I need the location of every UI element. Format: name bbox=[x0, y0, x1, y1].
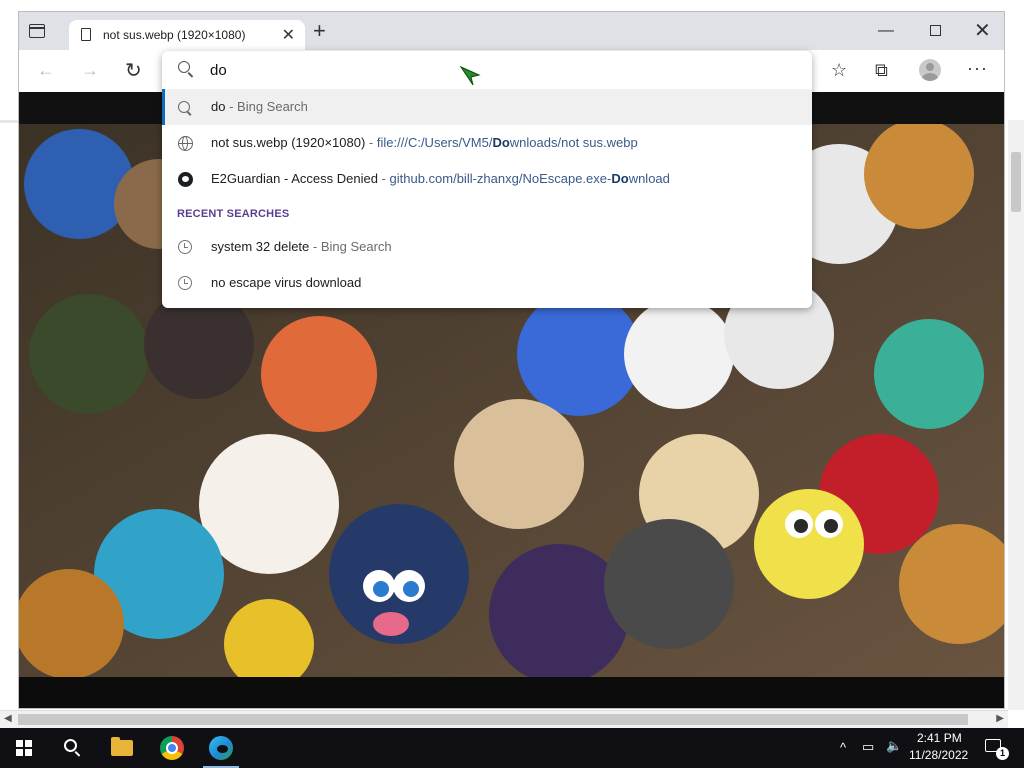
edge-icon bbox=[209, 736, 233, 760]
scroll-right-icon[interactable]: ▶ bbox=[996, 713, 1004, 724]
favorites-icon[interactable]: ☆ bbox=[831, 60, 847, 81]
refresh-button[interactable]: ↻ bbox=[125, 58, 142, 83]
windows-start-button[interactable] bbox=[16, 740, 32, 756]
vertical-scrollbar[interactable] bbox=[1008, 120, 1024, 710]
new-tab-button[interactable]: + bbox=[313, 20, 326, 42]
forward-button[interactable]: → bbox=[81, 60, 99, 81]
tab-title: not sus.webp (1920×1080) bbox=[103, 28, 246, 42]
maximize-button[interactable] bbox=[930, 25, 941, 36]
clock-date[interactable]: 11/28/2022 bbox=[909, 748, 968, 762]
suggestion-item[interactable]: do - Bing Search bbox=[162, 89, 812, 125]
suggestion-text: not sus.webp (1920×1080) bbox=[211, 135, 366, 150]
suggestion-url: github.com/bill-zhanxg/NoEscape.exe-Down… bbox=[389, 171, 670, 186]
file-explorer-button[interactable] bbox=[98, 728, 146, 768]
title-bar: not sus.webp (1920×1080) ✕ + — ✕ bbox=[19, 12, 1004, 50]
horizontal-scroll-thumb[interactable] bbox=[18, 714, 968, 725]
suggestion-item[interactable]: E2Guardian - Access Denied - github.com/… bbox=[162, 161, 812, 197]
address-bar[interactable] bbox=[162, 51, 812, 89]
tab-close-icon[interactable]: ✕ bbox=[282, 25, 295, 45]
suggestion-separator: - bbox=[225, 99, 238, 114]
cursor-icon bbox=[459, 65, 481, 86]
search-icon bbox=[178, 101, 190, 113]
more-options-icon[interactable]: ··· bbox=[967, 58, 988, 79]
search-icon bbox=[178, 61, 190, 73]
suggestion-separator: - bbox=[377, 171, 390, 186]
vertical-scroll-thumb[interactable] bbox=[1011, 152, 1021, 212]
folder-icon bbox=[111, 737, 133, 756]
suggestion-source: Bing Search bbox=[320, 239, 392, 254]
suggestion-url: file:///C:/Users/VM5/Downloads/not sus.w… bbox=[376, 135, 638, 150]
network-icon[interactable]: ▭ bbox=[862, 739, 874, 755]
notification-badge: 1 bbox=[996, 747, 1009, 760]
suggestion-text: system 32 delete bbox=[211, 239, 310, 254]
minimize-button[interactable]: — bbox=[878, 22, 894, 40]
github-icon bbox=[178, 172, 193, 187]
globe-icon bbox=[178, 136, 193, 151]
history-icon bbox=[178, 276, 192, 290]
suggestion-text: no escape virus download bbox=[211, 275, 362, 290]
tab-active[interactable]: not sus.webp (1920×1080) ✕ bbox=[69, 20, 305, 50]
taskbar-search-icon[interactable] bbox=[64, 739, 77, 752]
suggestion-text: E2Guardian - Access Denied bbox=[211, 171, 378, 186]
back-button[interactable]: ← bbox=[37, 60, 55, 81]
address-input[interactable] bbox=[210, 59, 770, 81]
show-hidden-icons-button[interactable]: ^ bbox=[840, 740, 846, 755]
tab-actions-icon[interactable] bbox=[29, 24, 45, 38]
document-icon bbox=[81, 28, 91, 41]
clock-time[interactable]: 2:41 PM bbox=[917, 731, 962, 745]
chrome-button[interactable] bbox=[148, 728, 196, 768]
suggestion-separator: - bbox=[309, 239, 321, 254]
close-window-button[interactable]: ✕ bbox=[974, 18, 991, 43]
image-viewer-bottom-band bbox=[19, 677, 1004, 708]
taskbar: ^ ▭ 🔈 2:41 PM 11/28/2022 1 bbox=[0, 728, 1024, 768]
address-bar-dropdown: do - Bing Search not sus.webp (1920×1080… bbox=[162, 51, 812, 308]
scroll-left-icon[interactable]: ◀ bbox=[4, 713, 12, 724]
profile-avatar[interactable] bbox=[919, 59, 941, 81]
background-divider bbox=[0, 120, 18, 123]
suggestion-separator: - bbox=[365, 135, 377, 150]
recent-search-item[interactable]: no escape virus download bbox=[162, 265, 812, 301]
recent-searches-header: RECENT SEARCHES bbox=[177, 208, 290, 220]
suggestion-text: do bbox=[211, 99, 226, 114]
suggestion-source: Bing Search bbox=[237, 99, 308, 114]
chrome-icon bbox=[160, 736, 184, 760]
edge-button[interactable] bbox=[197, 728, 245, 768]
recent-search-item[interactable]: system 32 delete - Bing Search bbox=[162, 229, 812, 265]
history-icon bbox=[178, 240, 192, 254]
volume-icon[interactable]: 🔈 bbox=[886, 738, 902, 754]
horizontal-scrollbar[interactable]: ◀ ▶ bbox=[0, 710, 1008, 728]
collections-icon[interactable]: ⧉ bbox=[875, 60, 888, 81]
suggestion-item[interactable]: not sus.webp (1920×1080) - file:///C:/Us… bbox=[162, 125, 812, 161]
